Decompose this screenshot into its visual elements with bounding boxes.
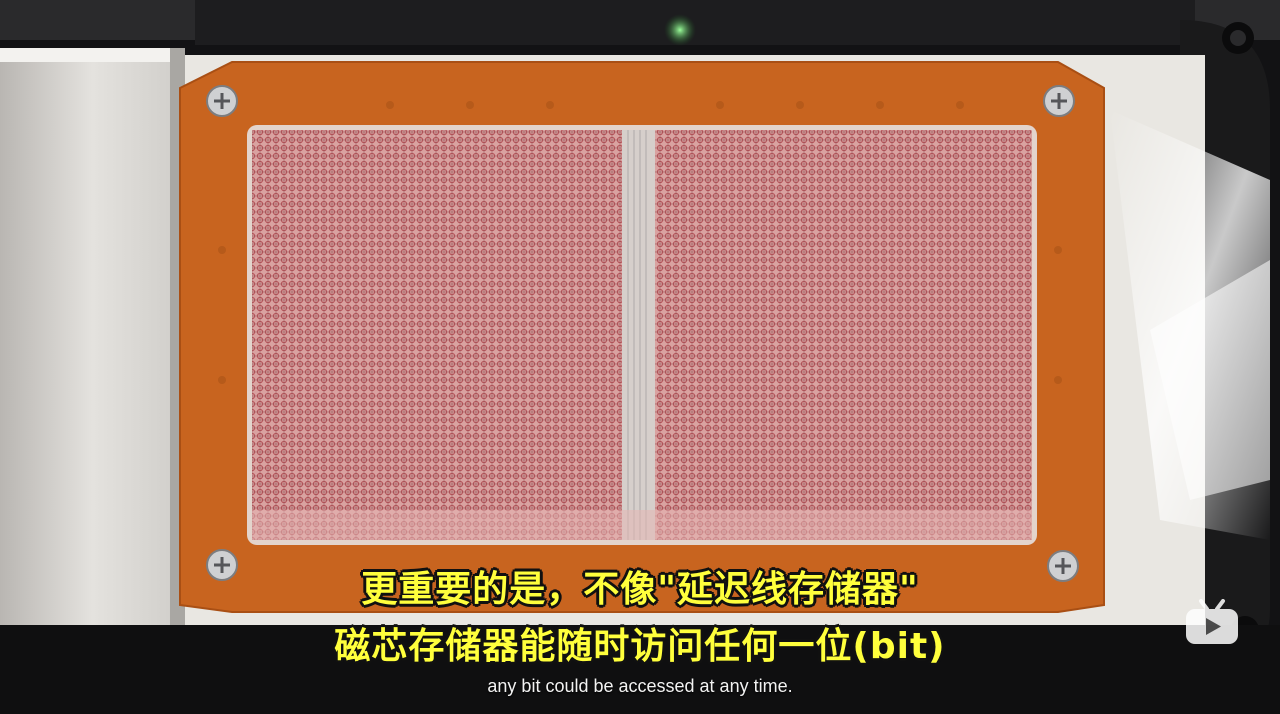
subtitle-chinese-line-2: 磁芯存储器能随时访问任何一位(bit) [334, 626, 946, 667]
bilibili-tv-icon [1186, 599, 1238, 644]
screw-top-left [206, 85, 238, 117]
subtitle-english: any bit could be accessed at any time. [487, 676, 793, 696]
video-frame: 更重要的是，不像"延迟线存储器" 磁芯存储器能随时访问任何一位(bit) any… [0, 0, 1280, 714]
subtitle-chinese-line-1: 更重要的是，不像"延迟线存储器" [361, 569, 919, 610]
